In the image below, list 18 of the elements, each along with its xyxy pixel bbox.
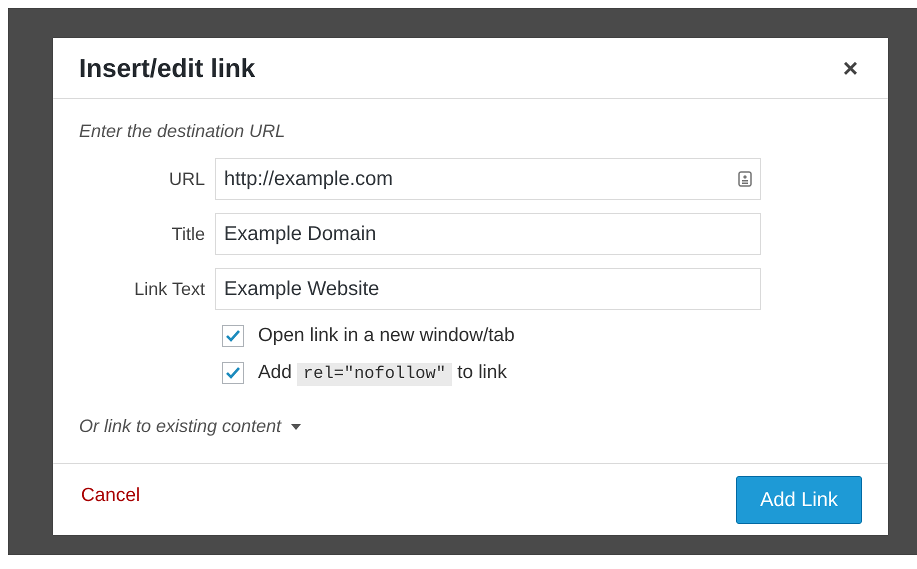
- text-field[interactable]: Example Website: [215, 268, 761, 310]
- checkbox[interactable]: [222, 325, 244, 348]
- existing-content-toggle[interactable]: Or link to existing content: [79, 413, 302, 440]
- text-field[interactable]: Example Domain: [215, 213, 761, 255]
- check-icon: [225, 366, 241, 380]
- close-button[interactable]: ×: [838, 55, 862, 81]
- url-field[interactable]: http://example.com: [215, 158, 761, 200]
- contact-card-icon: [738, 171, 752, 187]
- instruction-text: Enter the destination URL: [79, 120, 286, 143]
- option-label: Add rel="nofollow" to link: [258, 360, 507, 387]
- checkbox[interactable]: [222, 362, 244, 384]
- option-label: Open link in a new window/tab: [258, 324, 515, 348]
- field-label: URL: [168, 168, 206, 190]
- field-label: Link Text: [133, 278, 206, 300]
- check-icon: [225, 329, 241, 344]
- cancel-link[interactable]: Cancel: [81, 482, 140, 511]
- dialog-title: Insert/edit link: [79, 52, 256, 84]
- field-label: Title: [170, 222, 206, 246]
